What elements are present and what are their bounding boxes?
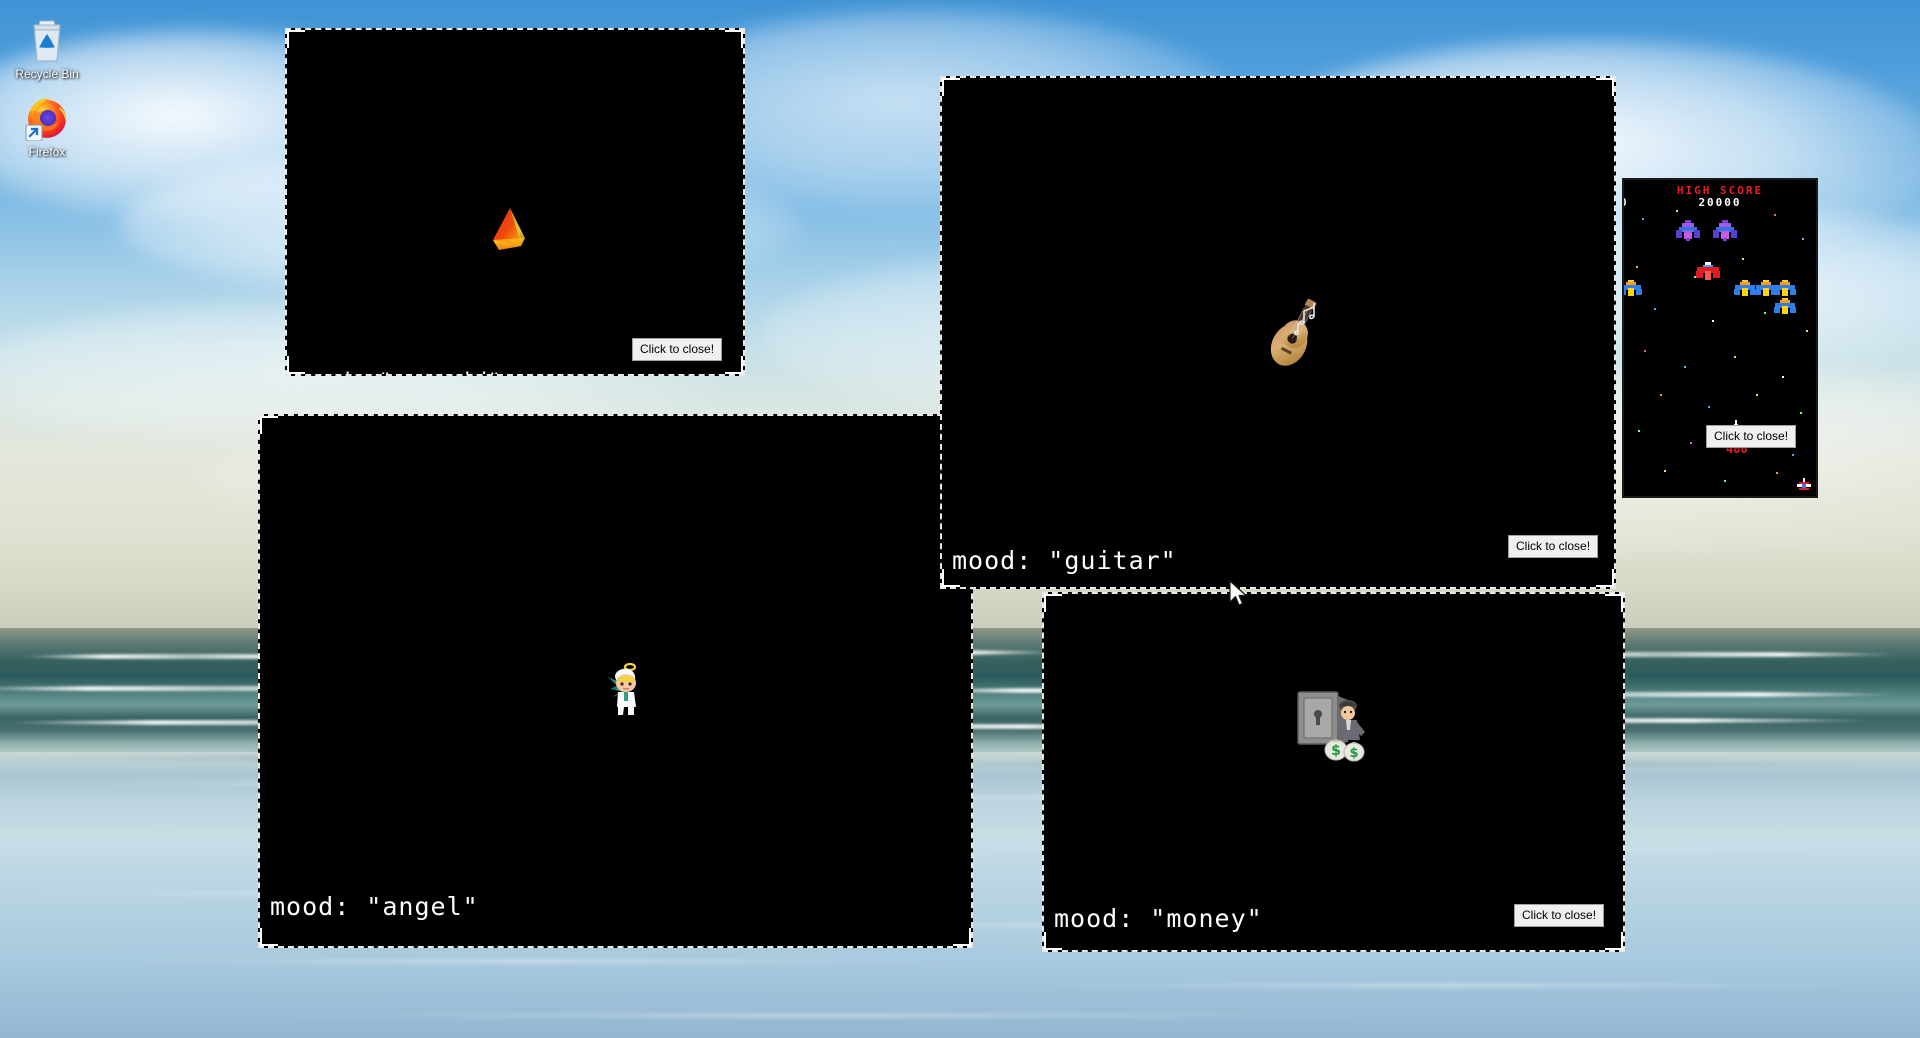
window-money[interactable]: $ $ mood: "money" corruption: 2, 3, 4, 5… (1042, 592, 1625, 952)
pyramid-sprite (493, 208, 525, 250)
enemy-goei-red (1696, 262, 1720, 280)
enemy-boss-galaga (1676, 220, 1700, 241)
desktop-icon-firefox[interactable]: Firefox (4, 94, 90, 159)
mood-line: mood: "money" (1054, 904, 1263, 933)
mood-line: mood: "guitar" (952, 546, 1177, 575)
window-angel[interactable]: mood: "angel" corruption: 1, 2 origres: … (258, 414, 973, 948)
svg-text:$: $ (1331, 743, 1341, 759)
window-guitar[interactable]: mood: "guitar" corruption: 2, 3, 4 origr… (940, 76, 1616, 589)
mood-line: mood: "angel" (270, 892, 479, 921)
window-corner (1605, 594, 1623, 612)
desktop-icon-label: Recycle Bin (15, 67, 79, 81)
window-corner (1596, 569, 1614, 587)
window-corner (953, 928, 971, 946)
desktop-icon-label: Firefox (28, 145, 66, 159)
enemy-boss-galaga (1713, 220, 1737, 241)
money-safe-sprite: $ $ (1297, 691, 1365, 762)
window-corner (1044, 594, 1062, 612)
svg-text:$: $ (1349, 746, 1358, 761)
window-corner (1605, 932, 1623, 950)
angel-info-text-block: mood: "angel" corruption: 1, 2 origres: … (270, 822, 527, 946)
window-corner (1596, 78, 1614, 96)
window-corner (287, 30, 305, 48)
close-button-galaga[interactable]: Click to close! (1706, 425, 1797, 448)
enemy-zako-blue (1774, 280, 1796, 296)
close-button-guitar[interactable]: Click to close! (1508, 535, 1599, 558)
pyramid-info-text: mood: "pyramid" corruption: 1,2,3 origre… (297, 326, 529, 374)
firefox-icon (4, 94, 90, 142)
enemy-zako-blue (1734, 280, 1756, 296)
enemy-zako-blue (1624, 280, 1642, 296)
window-corner (725, 356, 743, 374)
life-icon (1797, 478, 1811, 490)
enemy-zako-blue (1774, 298, 1796, 314)
guitar-info-text: mood: "guitar" corruption: 2, 3, 4 origr… (952, 476, 1257, 587)
money-info-text: mood: "money" corruption: 2, 3, 4, 5 ori… (1054, 834, 1407, 950)
close-button-money[interactable]: Click to close! (1514, 904, 1605, 927)
window-corner (260, 416, 278, 434)
high-score-value: 20000 (1698, 196, 1742, 209)
galaga-screen[interactable]: HIGH SCORE 20000 0 (1624, 180, 1816, 496)
window-corner (942, 78, 960, 96)
desktop-icon-recycle-bin[interactable]: Recycle Bin (4, 16, 90, 81)
mood-line: mood: "pyramid" (297, 370, 529, 374)
recycle-bin-icon (4, 16, 90, 64)
window-galaga[interactable]: HIGH SCORE 20000 0 (1622, 178, 1818, 498)
guitar-sprite (1270, 298, 1317, 366)
window-corner (725, 30, 743, 48)
window-pyramid[interactable]: mood: "pyramid" corruption: 1,2,3 origre… (285, 28, 745, 376)
close-button-pyramid[interactable]: Click to close! (632, 338, 723, 361)
player-score-partial: 0 (1624, 196, 1627, 209)
angel-sprite (608, 662, 637, 715)
